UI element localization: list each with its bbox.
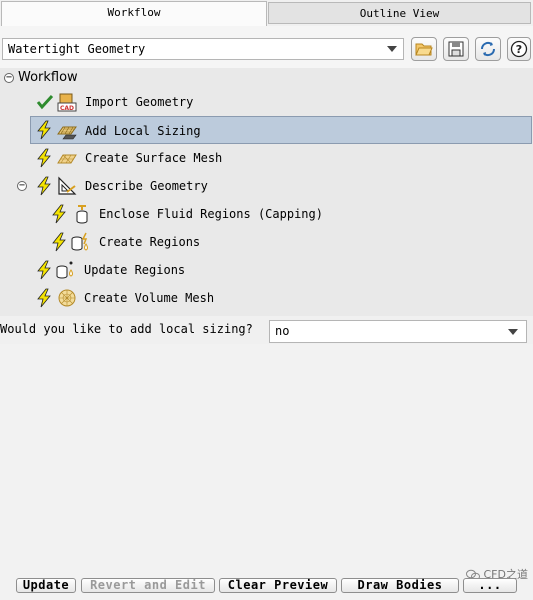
tree-item-import-geometry[interactable]: CAD Import Geometry: [30, 88, 532, 116]
tree-item-create-regions[interactable]: Create Regions: [46, 228, 532, 256]
chevron-down-icon: [387, 46, 397, 52]
tree-item-label: Create Volume Mesh: [84, 291, 215, 305]
tree-item-add-local-sizing[interactable]: Add Local Sizing: [30, 116, 532, 144]
lightning-icon: [37, 176, 51, 196]
workflow-type-value: Watertight Geometry: [8, 42, 146, 56]
capping-icon: [76, 205, 88, 224]
refresh-icon: [480, 41, 496, 57]
tree-item-label: Create Surface Mesh: [85, 151, 223, 165]
lightning-icon: [37, 288, 51, 308]
refresh-button[interactable]: [475, 37, 501, 61]
local-sizing-select[interactable]: no: [269, 320, 527, 343]
update-regions-icon: [56, 261, 73, 279]
tree-item-label: Update Regions: [84, 263, 186, 277]
save-icon: [448, 41, 464, 57]
chevron-down-icon: [508, 329, 518, 335]
workflow-toolbar: Watertight Geometry ?: [0, 26, 533, 68]
lightning-icon: [52, 232, 66, 252]
local-sizing-icon: [57, 126, 77, 140]
tree-item-label: Enclose Fluid Regions (Capping): [99, 207, 323, 221]
regions-icon: [71, 232, 88, 251]
lightning-icon: [37, 120, 51, 140]
workflow-type-select[interactable]: Watertight Geometry: [2, 38, 404, 60]
revert-and-edit-button[interactable]: Revert and Edit: [81, 578, 215, 593]
triangle-ruler-icon: [58, 176, 77, 195]
tree-item-enclose-fluid-regions[interactable]: Enclose Fluid Regions (Capping): [46, 200, 532, 228]
svg-text:CAD: CAD: [60, 105, 74, 112]
tree-item-label: Import Geometry: [85, 95, 194, 109]
open-folder-icon: [415, 43, 433, 56]
lightning-icon: [37, 260, 51, 280]
lightning-icon: [37, 148, 51, 168]
collapse-describe-geometry-icon[interactable]: −: [17, 181, 27, 191]
task-panel-body: [0, 344, 533, 600]
collapse-root-icon[interactable]: −: [4, 73, 14, 83]
svg-text:?: ?: [516, 43, 522, 56]
tree-item-update-regions[interactable]: Update Regions: [30, 256, 532, 284]
tree-item-label: Describe Geometry: [85, 179, 208, 193]
surface-mesh-icon: [57, 154, 77, 164]
lightning-icon: [52, 204, 66, 224]
cad-import-icon: CAD: [57, 93, 77, 112]
help-button[interactable]: ?: [507, 37, 531, 61]
tree-item-create-volume-mesh[interactable]: Create Volume Mesh: [30, 284, 532, 312]
tree-item-create-surface-mesh[interactable]: Create Surface Mesh: [30, 144, 532, 172]
more-options-button[interactable]: ...: [463, 578, 517, 593]
tab-workflow[interactable]: Workflow: [1, 1, 267, 26]
tree-item-label: Add Local Sizing: [85, 124, 201, 138]
clear-preview-button[interactable]: Clear Preview: [219, 578, 337, 593]
tab-outline-view[interactable]: Outline View: [268, 2, 531, 24]
volume-mesh-icon: [58, 289, 76, 307]
workflow-tree: − Workflow CAD Import Geometry Add Local…: [0, 68, 533, 316]
update-button[interactable]: Update: [16, 578, 76, 593]
tree-item-describe-geometry[interactable]: Describe Geometry: [30, 172, 532, 200]
check-icon: [36, 94, 54, 110]
tree-item-label: Create Regions: [99, 235, 201, 249]
open-folder-button[interactable]: [411, 37, 437, 61]
save-button[interactable]: [443, 37, 469, 61]
local-sizing-question: Would you like to add local sizing?: [0, 322, 253, 336]
draw-bodies-button[interactable]: Draw Bodies: [341, 578, 459, 593]
tab-bar: Workflow Outline View: [0, 0, 533, 26]
help-icon: ?: [510, 40, 528, 58]
local-sizing-value: no: [275, 324, 290, 338]
